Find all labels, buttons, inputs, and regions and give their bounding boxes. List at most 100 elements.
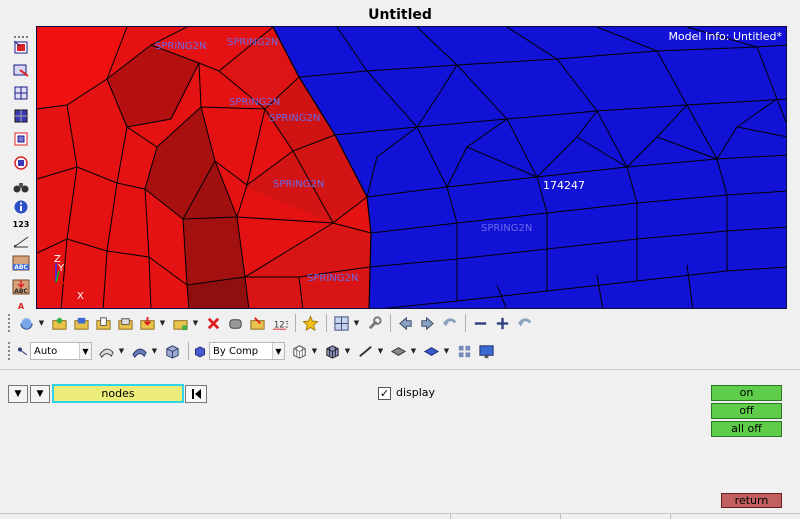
status-bar [0, 513, 800, 519]
toolbar-separator [295, 314, 296, 332]
tools-wrench-icon[interactable] [364, 313, 384, 333]
shaded-surface-dropdown[interactable]: ▼ [151, 341, 158, 361]
toolbar-grip[interactable] [8, 314, 12, 332]
rewind-icon [192, 389, 201, 399]
export-icon[interactable] [137, 313, 157, 333]
toolbar-separator [188, 342, 189, 360]
surface-mode-dropdown[interactable]: ▼ [118, 341, 125, 361]
display-checkbox[interactable]: ✓ [378, 387, 391, 400]
organize-icon[interactable] [247, 313, 267, 333]
model-info-label: Model Info: Untitled* [668, 30, 782, 43]
spring-label: SPRING2N [229, 97, 281, 108]
line-display-dropdown[interactable]: ▼ [377, 341, 384, 361]
color-mode-select[interactable]: By Comp ▼ [209, 342, 285, 360]
import-solver-icon[interactable] [115, 313, 135, 333]
component-grid-icon[interactable] [454, 341, 474, 361]
rotate-view-icon[interactable] [16, 313, 36, 333]
selection-mode-select[interactable]: Auto ▼ [30, 342, 92, 360]
solid-display-dropdown[interactable]: ▼ [443, 341, 450, 361]
label-abc-icon[interactable]: ABC [10, 253, 32, 273]
plane-display-icon[interactable] [388, 341, 408, 361]
toolbar-separator [326, 314, 327, 332]
color-by-icon[interactable] [193, 341, 207, 361]
spring-label: SPRING2N [155, 41, 207, 52]
import-geometry-icon[interactable] [93, 313, 113, 333]
shade-elements-icon[interactable] [10, 106, 32, 126]
shaded-surface-icon[interactable] [129, 341, 149, 361]
mask-icon[interactable] [225, 313, 245, 333]
reset-selection-button[interactable] [185, 385, 207, 403]
spring-label: SPRING2N [269, 113, 321, 124]
color-mode-value: By Comp [213, 345, 259, 357]
status-divider [560, 514, 561, 519]
element-id-label: 174247 [543, 179, 585, 192]
show-elements-icon[interactable] [10, 60, 32, 80]
reset-zoom-icon[interactable] [514, 313, 534, 333]
selection-method-dropdown[interactable]: ▼ [30, 385, 50, 403]
find-icon[interactable] [10, 153, 32, 173]
binoculars-icon[interactable] [10, 177, 32, 197]
spring-label: SPRING2N [227, 37, 279, 48]
plane-display-dropdown[interactable]: ▼ [410, 341, 417, 361]
spring-label: SPRING2N [273, 179, 325, 190]
display-toolbar: Auto ▼ ▼ ▼ By Comp ▼ ▼ ▼ ▼ ▼ ▼ [8, 340, 498, 362]
window-title: Untitled [368, 7, 432, 23]
shaded-mesh-dropdown[interactable]: ▼ [344, 341, 351, 361]
label-abc-down-text: ABC [14, 288, 28, 295]
select-pointer-icon[interactable] [16, 341, 28, 361]
wireframe-dropdown[interactable]: ▼ [311, 341, 318, 361]
spring-label: SPRING2N [481, 223, 533, 234]
line-display-icon[interactable] [355, 341, 375, 361]
panel-separator [0, 369, 800, 370]
axis-y-label: Y [58, 263, 65, 274]
save-dropdown[interactable]: ▼ [192, 313, 199, 333]
display-label: display [396, 386, 436, 399]
application-window: Untitled 123 ABC ABC A Model Info: Untit… [0, 0, 800, 519]
status-divider [670, 514, 671, 519]
solid-cube-icon[interactable] [162, 341, 182, 361]
undo-icon[interactable] [439, 313, 459, 333]
zoom-in-icon[interactable] [492, 313, 512, 333]
solid-display-icon[interactable] [421, 341, 441, 361]
graphics-viewport[interactable]: Model Info: Untitled* SPRING2N SPRING2N … [36, 26, 787, 309]
redo-view-icon[interactable] [417, 313, 437, 333]
renumber-icon[interactable]: 123 [269, 313, 289, 333]
window-layout-icon[interactable] [331, 313, 351, 333]
shaded-mesh-icon[interactable] [322, 341, 342, 361]
measure-icon[interactable] [10, 232, 32, 252]
toolbar-separator [465, 314, 466, 332]
visualization-icon[interactable] [10, 37, 32, 57]
status-divider [450, 514, 451, 519]
wireframe-icon[interactable] [289, 341, 309, 361]
undo-view-icon[interactable] [395, 313, 415, 333]
save-icon[interactable] [170, 313, 190, 333]
export-dropdown[interactable]: ▼ [159, 313, 166, 333]
label-abc-text: ABC [14, 264, 28, 271]
mask-elements-icon[interactable] [10, 83, 32, 103]
iso-view-icon[interactable] [10, 129, 32, 149]
return-button[interactable]: return [721, 493, 782, 508]
monitor-icon[interactable] [476, 341, 496, 361]
nodes-selector[interactable]: nodes [52, 384, 184, 403]
surface-mode-icon[interactable] [96, 341, 116, 361]
window-layout-dropdown[interactable]: ▼ [353, 313, 360, 333]
import-icon[interactable] [71, 313, 91, 333]
all-off-button[interactable]: all off [711, 421, 782, 437]
chevron-down-icon: ▼ [79, 343, 91, 359]
left-toolbar: 123 ABC ABC A [8, 27, 34, 311]
delete-icon[interactable] [203, 313, 223, 333]
label-abc-down-icon[interactable]: ABC [10, 277, 32, 297]
on-button[interactable]: on [711, 385, 782, 401]
toolbar-separator [390, 314, 391, 332]
axis-x-label: X [77, 291, 84, 302]
off-button[interactable]: off [711, 403, 782, 419]
numbers-icon[interactable]: 123 [10, 214, 32, 234]
rotate-view-dropdown[interactable]: ▼ [38, 313, 45, 333]
selection-mode-value: Auto [34, 345, 58, 357]
open-model-icon[interactable] [49, 313, 69, 333]
toolbar-grip[interactable] [8, 342, 12, 360]
zoom-out-icon[interactable] [470, 313, 490, 333]
favorite-icon[interactable] [300, 313, 320, 333]
mesh-drawing [37, 27, 786, 308]
entity-type-dropdown[interactable]: ▼ [8, 385, 28, 403]
